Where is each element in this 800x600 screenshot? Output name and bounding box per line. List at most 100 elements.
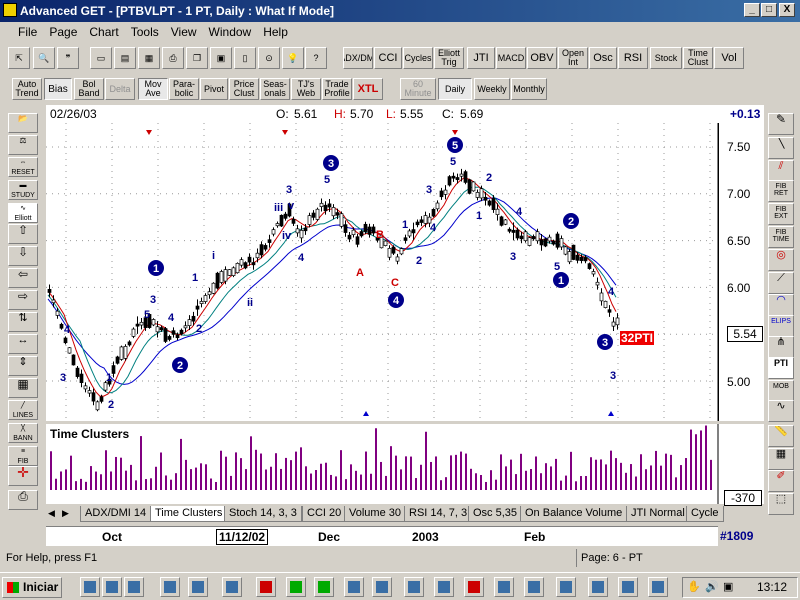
obv-button[interactable]: OBV — [527, 47, 557, 69]
page-icon[interactable]: ▯ — [234, 47, 256, 69]
tab-rsi[interactable]: RSI 14, 7, 3 — [404, 506, 473, 522]
jti-button[interactable]: JTI — [467, 47, 495, 69]
task-icon-12[interactable] — [494, 577, 514, 597]
print-icon[interactable]: ⎙ — [162, 47, 184, 69]
rsi-button[interactable]: RSI — [618, 47, 648, 69]
task-icon-6[interactable] — [314, 577, 334, 597]
auto-trend-button[interactable]: Auto Trend — [12, 78, 42, 100]
line-tool-icon[interactable]: ╲ — [768, 137, 794, 159]
scale-icon[interactable]: ⇕ — [8, 356, 38, 376]
pencil-icon[interactable]: ✎ — [768, 113, 794, 135]
lines-button[interactable]: ╱ LINES — [8, 400, 38, 420]
help-icon[interactable]: ? — [305, 47, 327, 69]
xtl-button[interactable]: XTL — [353, 78, 383, 100]
pivot-button[interactable]: Pivot — [200, 78, 228, 100]
paste-icon[interactable]: ▣ — [210, 47, 232, 69]
copy-icon[interactable]: ❐ — [186, 47, 208, 69]
fib-time-button[interactable]: FIB TIME — [768, 226, 794, 248]
menu-view[interactable]: View — [165, 22, 203, 42]
crosshair-icon[interactable]: ✛ — [8, 466, 38, 486]
daily-button[interactable]: Daily — [438, 78, 472, 100]
maximize-button[interactable]: □ — [761, 3, 777, 17]
study-button[interactable]: ▬ STUDY — [8, 180, 38, 200]
task-icon-16[interactable] — [618, 577, 638, 597]
tab-obv[interactable]: On Balance Volume — [520, 506, 628, 522]
elliott-button[interactable]: ∿ Elliott — [8, 203, 38, 223]
bias-button[interactable]: Bias — [44, 78, 72, 100]
tray-app-icon[interactable]: ▣ — [723, 580, 733, 593]
seasonals-button[interactable]: Seas-onals — [260, 78, 290, 100]
info-icon[interactable]: 💡 — [282, 47, 304, 69]
osc-button[interactable]: Osc — [589, 47, 617, 69]
task-icon-10[interactable] — [434, 577, 454, 597]
price-chart[interactable]: 1234512353iii viviiiABC1234521 43543 121235… — [46, 123, 764, 421]
circle-tool-icon[interactable]: ◎ — [768, 249, 794, 271]
open-folder-icon[interactable]: 📂 — [8, 113, 38, 133]
speaker-icon[interactable]: 🔊 — [705, 580, 719, 593]
weekly-button[interactable]: Weekly — [474, 78, 510, 100]
mob-button[interactable]: MOB — [768, 380, 794, 402]
menu-chart[interactable]: Chart — [83, 22, 124, 42]
tab-volume[interactable]: Volume 30 — [344, 506, 406, 522]
quote-icon[interactable]: ❞ — [57, 47, 79, 69]
delta-button[interactable]: Delta — [105, 78, 135, 100]
minimize-button[interactable]: _ — [744, 3, 760, 17]
open-int-button[interactable]: Open Int — [558, 47, 588, 69]
adx-dmi-button[interactable]: ADX/DMI — [343, 47, 373, 69]
monthly-button[interactable]: Monthly — [511, 78, 547, 100]
time-clust-button[interactable]: Time Clust — [683, 47, 713, 69]
close-button[interactable]: X — [779, 3, 795, 17]
fib-button[interactable]: ≡ FIB — [8, 446, 38, 466]
expand-icon[interactable]: ↔ — [8, 334, 38, 354]
task-icon-active[interactable] — [648, 577, 668, 597]
ie-icon[interactable] — [80, 577, 100, 597]
price-clust-button[interactable]: Price Clust — [229, 78, 259, 100]
ruler-icon[interactable]: 📏 — [768, 425, 794, 447]
arrow-left-icon[interactable]: ⇦ — [8, 268, 38, 288]
quicklaunch-icon-2[interactable] — [102, 577, 122, 597]
bol-band-button[interactable]: Bol Band — [74, 78, 104, 100]
compress-icon[interactable]: ⇅ — [8, 312, 38, 332]
tab-time-clusters[interactable]: Time Clusters — [150, 506, 228, 522]
stock-button[interactable]: Stock — [650, 47, 682, 69]
tab-cci[interactable]: CCI 20 — [302, 506, 347, 522]
mov-ave-button[interactable]: Mov Ave — [138, 78, 168, 100]
parabolic-button[interactable]: Para-bolic — [169, 78, 199, 100]
channel-tool-icon[interactable]: ⫽ — [768, 160, 794, 182]
regression-tool-icon[interactable]: ⟋ — [768, 272, 794, 294]
tab-cycle[interactable]: Cycle — [686, 506, 724, 522]
grid-tool-icon[interactable]: ▦ — [768, 448, 794, 470]
menu-window[interactable]: Window — [203, 22, 258, 42]
select-tool-icon[interactable]: ⬚ — [768, 493, 794, 515]
magnifier-icon[interactable]: 🔍 — [33, 47, 55, 69]
zoom-icon[interactable]: ⊙ — [258, 47, 280, 69]
quicklaunch-icon-3[interactable] — [124, 577, 144, 597]
balance-icon[interactable]: ⚖ — [8, 135, 38, 155]
menu-file[interactable]: File — [0, 22, 43, 42]
elliott-trig-button[interactable]: Elliott Trig — [434, 47, 464, 69]
fib-ret-button[interactable]: FIB RET — [768, 180, 794, 202]
task-icon-13[interactable] — [524, 577, 544, 597]
fib-ext-button[interactable]: FIB EXT — [768, 203, 794, 225]
task-icon-7[interactable] — [344, 577, 364, 597]
menu-help[interactable]: Help — [257, 22, 294, 42]
task-icon-1[interactable] — [160, 577, 180, 597]
task-icon-14[interactable] — [556, 577, 576, 597]
task-icon-9[interactable] — [404, 577, 424, 597]
wave-tool-icon[interactable]: ∿ — [768, 400, 794, 422]
trade-profile-button[interactable]: Trade Profile — [322, 78, 352, 100]
arrow-up-icon[interactable]: ⇧ — [8, 224, 38, 244]
tab-stoch[interactable]: Stoch 14, 3, 3 — [224, 506, 302, 522]
pitchfork-icon[interactable]: ⋔ — [768, 336, 794, 358]
tab-scroll-left-icon[interactable]: ◀ — [48, 508, 55, 519]
elips-button[interactable]: ELIPS — [768, 315, 794, 337]
menu-tools[interactable]: Tools — [125, 22, 165, 42]
task-icon-5[interactable] — [286, 577, 306, 597]
gann-button[interactable]: ╳ BANN — [8, 423, 38, 443]
task-icon-8[interactable] — [372, 577, 392, 597]
cursor-icon[interactable]: ⇱ — [8, 47, 30, 69]
tab-adx-dmi[interactable]: ADX/DMI 14 — [80, 506, 152, 522]
cycles-button[interactable]: Cycles — [403, 47, 433, 69]
save-icon[interactable]: ▦ — [138, 47, 160, 69]
task-icon-3[interactable] — [222, 577, 242, 597]
